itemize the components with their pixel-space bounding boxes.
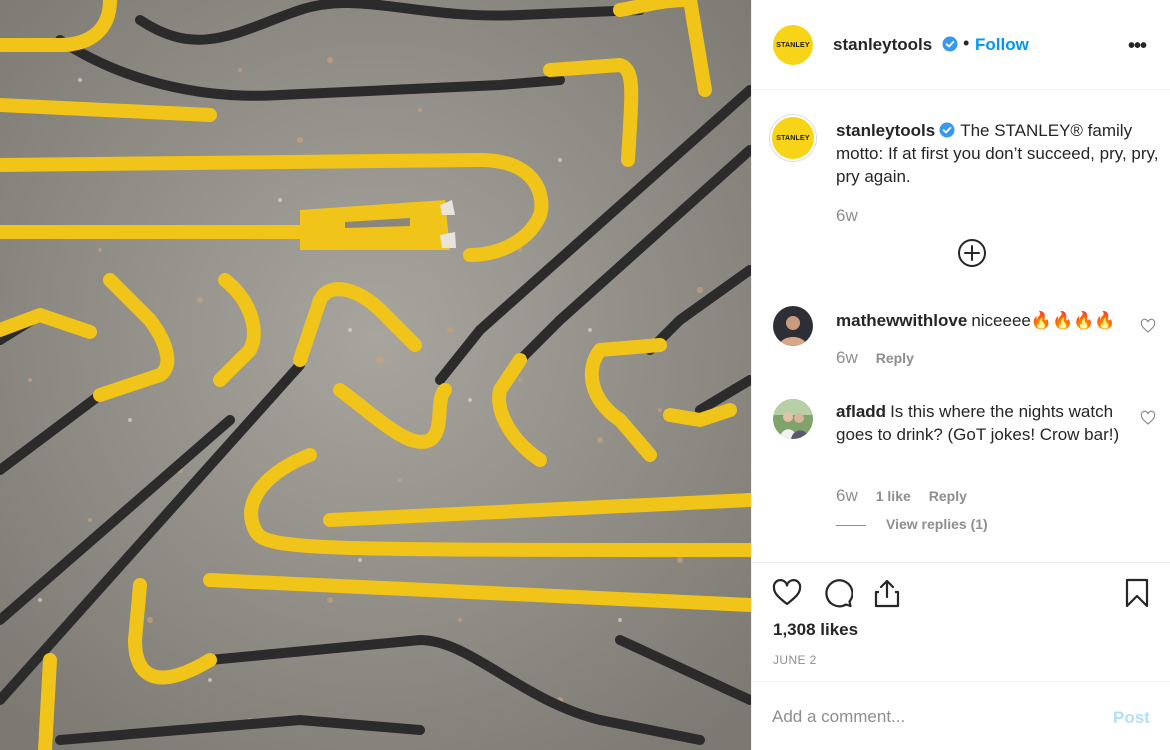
- comment-text: afladd Is this where the nights watch goe…: [836, 400, 1136, 446]
- like-heart-icon[interactable]: [772, 578, 802, 608]
- comment-username[interactable]: mathewwithlove: [836, 311, 967, 330]
- header-username[interactable]: stanleytools: [833, 35, 932, 55]
- post-side-panel: STANLEY stanleytools • Follow ••• STANLE…: [751, 0, 1170, 750]
- caption-username[interactable]: stanleytools: [836, 121, 935, 140]
- comment-likes-count[interactable]: 1 like: [876, 488, 911, 504]
- add-comment-box: Post: [752, 681, 1170, 750]
- post-image-illustration: [0, 0, 751, 750]
- avatar-photo-icon: [773, 399, 813, 439]
- view-replies-label: View replies (1): [886, 516, 988, 532]
- share-upload-icon[interactable]: [872, 578, 902, 608]
- comment-body: niceeee🔥🔥🔥🔥: [971, 311, 1116, 330]
- reply-button[interactable]: Reply: [876, 350, 914, 366]
- load-more-comments-icon[interactable]: [956, 237, 988, 269]
- verified-badge-icon: [939, 122, 955, 138]
- avatar-logo-text: STANLEY: [776, 41, 810, 49]
- comment-bubble-icon[interactable]: [823, 578, 853, 608]
- like-comment-heart-icon[interactable]: [1140, 410, 1156, 426]
- post-image[interactable]: [0, 0, 751, 750]
- post-date[interactable]: JUNE 2: [773, 653, 817, 667]
- likes-count[interactable]: 1,308 likes: [773, 620, 858, 640]
- post-header: STANLEY stanleytools • Follow •••: [752, 0, 1170, 90]
- caption-avatar-logo-text: STANLEY: [776, 134, 810, 142]
- separator-dot: •: [963, 33, 970, 53]
- commenter-avatar[interactable]: [773, 399, 813, 439]
- profile-avatar[interactable]: STANLEY: [773, 25, 813, 65]
- comment-meta: 6w 1 like Reply: [836, 486, 967, 506]
- comment-timestamp[interactable]: 6w: [836, 486, 858, 505]
- comment-text: mathewwithlove niceeee🔥🔥🔥🔥: [836, 309, 1136, 332]
- commenter-avatar[interactable]: [773, 306, 813, 346]
- verified-badge-icon: [942, 36, 958, 52]
- caption-timestamp[interactable]: 6w: [836, 206, 858, 226]
- post-comment-button[interactable]: Post: [1113, 708, 1150, 728]
- comment-meta: 6w Reply: [836, 348, 914, 368]
- comment-username[interactable]: afladd: [836, 402, 886, 421]
- save-bookmark-icon[interactable]: [1122, 578, 1152, 608]
- add-comment-input[interactable]: [772, 704, 1082, 730]
- more-options-icon[interactable]: •••: [1128, 35, 1147, 58]
- comment-timestamp[interactable]: 6w: [836, 348, 858, 367]
- replies-divider-line: [836, 524, 866, 526]
- reply-button[interactable]: Reply: [929, 488, 967, 504]
- caption-avatar[interactable]: STANLEY: [770, 115, 816, 161]
- avatar-photo-icon: [773, 306, 813, 346]
- follow-button[interactable]: Follow: [975, 35, 1029, 55]
- view-replies-button[interactable]: View replies (1): [836, 516, 988, 532]
- like-comment-heart-icon[interactable]: [1140, 318, 1156, 334]
- caption-text: stanleytools The STANLEY® family motto: I…: [836, 119, 1164, 188]
